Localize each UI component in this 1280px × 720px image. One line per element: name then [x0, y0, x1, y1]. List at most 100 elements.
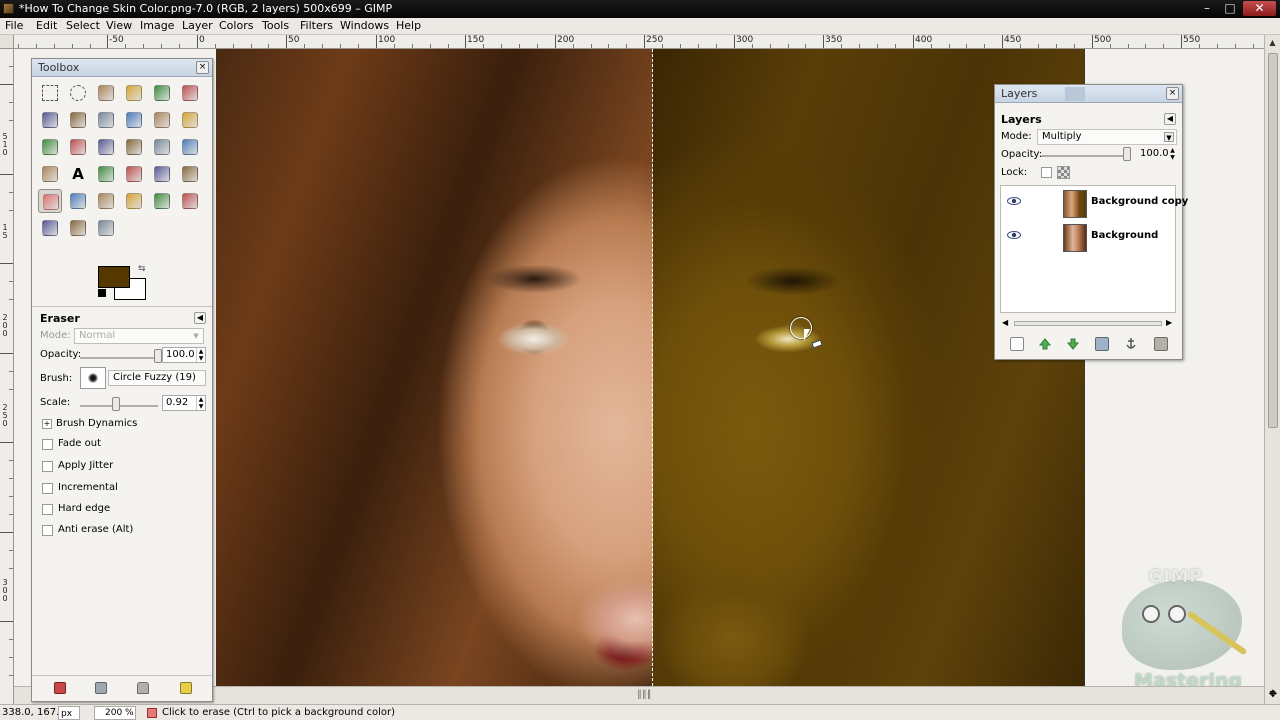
delete-options-icon[interactable]: [137, 682, 149, 694]
duplicate-layer-icon[interactable]: [1095, 337, 1109, 351]
blend-tool[interactable]: [122, 162, 146, 186]
scroll-right-icon[interactable]: ▶: [1166, 317, 1172, 329]
menu-tools[interactable]: Tools: [259, 19, 292, 33]
toolbox-close-icon[interactable]: ×: [196, 61, 209, 74]
menu-windows[interactable]: Windows: [337, 19, 392, 33]
scroll-grip-icon[interactable]: ║║║: [637, 690, 651, 699]
fade-out-checkbox[interactable]: [42, 439, 53, 450]
image-original-skin-region[interactable]: [216, 49, 653, 686]
opacity-slider[interactable]: [80, 357, 158, 359]
menu-colors[interactable]: Colors: [216, 19, 256, 33]
ruler-corner-button[interactable]: [0, 35, 14, 49]
opacity-slider-thumb[interactable]: [154, 349, 162, 363]
scissors-select-tool[interactable]: [178, 81, 202, 105]
bucket-fill-tool[interactable]: [94, 162, 118, 186]
dock-tab-strip[interactable]: [1065, 87, 1085, 101]
incremental-checkbox[interactable]: [42, 483, 53, 494]
flip-tool[interactable]: [38, 162, 62, 186]
layer-list[interactable]: Background copy Background: [1000, 185, 1188, 313]
layer-list-scrollbar[interactable]: ◀ ▶: [1000, 317, 1176, 329]
menu-file[interactable]: File: [2, 19, 26, 33]
menu-layer[interactable]: Layer: [179, 19, 216, 33]
zoom-selector[interactable]: 200 %: [94, 706, 136, 720]
eraser-tool[interactable]: [38, 189, 62, 213]
layers-titlebar[interactable]: Layers ×: [995, 85, 1182, 103]
menu-help[interactable]: Help: [393, 19, 424, 33]
blur-tool[interactable]: [38, 216, 62, 240]
zoom-tool[interactable]: [122, 108, 146, 132]
layer-name[interactable]: Background: [1091, 230, 1158, 241]
apply-jitter-checkbox[interactable]: [42, 461, 53, 472]
color-picker-tool[interactable]: [94, 108, 118, 132]
opacity-spinbox[interactable]: 100.0 ▲ ▼: [162, 347, 206, 363]
text-tool[interactable]: A: [66, 162, 90, 186]
dodge-burn-tool[interactable]: [94, 216, 118, 240]
delete-layer-icon[interactable]: [1154, 337, 1168, 351]
layer-opacity-slider[interactable]: [1041, 155, 1127, 157]
select-by-color-tool[interactable]: [150, 81, 174, 105]
scale-spinbox[interactable]: 0.92 ▲ ▼: [162, 395, 206, 411]
menu-select[interactable]: Select: [63, 19, 103, 33]
scroll-left-icon[interactable]: ◀: [1002, 317, 1008, 329]
vertical-scroll-thumb[interactable]: [1268, 53, 1278, 428]
crop-tool[interactable]: [66, 135, 90, 159]
heal-tool[interactable]: [150, 189, 174, 213]
gimp-app-icon[interactable]: [3, 3, 14, 14]
lower-layer-icon[interactable]: [1066, 337, 1080, 351]
layers-menu-icon[interactable]: ◀: [1164, 113, 1176, 125]
align-tool[interactable]: [38, 135, 62, 159]
unit-selector[interactable]: px: [58, 706, 80, 720]
lock-alpha-icon[interactable]: [1057, 166, 1070, 179]
vertical-ruler[interactable]: 5 1 0 1 5 2 0 0 2 5 0 3 0 0: [0, 49, 14, 704]
scale-slider-thumb[interactable]: [112, 397, 120, 411]
scroll-up-icon[interactable]: ▲: [1267, 37, 1278, 48]
foreground-select-tool[interactable]: [38, 108, 62, 132]
shear-tool[interactable]: [150, 135, 174, 159]
spin-arrows-icon[interactable]: ▲ ▼: [196, 396, 205, 410]
ink-tool[interactable]: [94, 189, 118, 213]
brush-name-field[interactable]: Circle Fuzzy (19): [108, 370, 206, 386]
layer-list-scroll-thumb[interactable]: [1014, 321, 1162, 326]
reset-options-icon[interactable]: [180, 682, 192, 694]
anti-erase-checkbox[interactable]: [42, 525, 53, 536]
menu-image[interactable]: Image: [137, 19, 177, 33]
maximize-button[interactable]: □: [1219, 1, 1241, 16]
airbrush-tool[interactable]: [66, 189, 90, 213]
perspective-clone-tool[interactable]: [178, 189, 202, 213]
measure-tool[interactable]: [150, 108, 174, 132]
lock-pixels-checkbox[interactable]: [1041, 167, 1052, 178]
fuzzy-select-tool[interactable]: [122, 81, 146, 105]
close-button[interactable]: ✕: [1243, 1, 1276, 16]
mode-dropdown[interactable]: Normal ▼: [74, 328, 204, 344]
menu-edit[interactable]: Edit: [33, 19, 60, 33]
navigate-icon[interactable]: ✥: [1266, 686, 1280, 704]
toolbox-titlebar[interactable]: Toolbox ×: [32, 59, 212, 77]
layer-opacity-slider-thumb[interactable]: [1123, 147, 1131, 161]
layer-name[interactable]: Background copy: [1091, 196, 1188, 207]
menu-filters[interactable]: Filters: [297, 19, 336, 33]
swap-colors-icon[interactable]: ⇆: [138, 264, 146, 274]
ellipse-select-tool[interactable]: [66, 81, 90, 105]
perspective-tool[interactable]: [178, 135, 202, 159]
layer-row-background[interactable]: Background: [1001, 220, 1175, 254]
move-tool[interactable]: [178, 108, 202, 132]
layer-mode-dropdown[interactable]: Multiply ▼: [1037, 129, 1177, 145]
tool-options-menu-icon[interactable]: ◀: [194, 312, 206, 324]
save-options-icon[interactable]: [54, 682, 66, 694]
new-layer-icon[interactable]: [1010, 337, 1024, 351]
brush-preview-button[interactable]: [80, 367, 106, 389]
free-select-tool[interactable]: [94, 81, 118, 105]
scale-tool[interactable]: [122, 135, 146, 159]
brush-dynamics-expander[interactable]: Brush Dynamics: [56, 418, 137, 429]
paintbrush-tool[interactable]: [178, 162, 202, 186]
spin-arrows-icon[interactable]: ▲ ▼: [1168, 147, 1177, 161]
anchor-layer-icon[interactable]: [1124, 337, 1138, 351]
layers-close-icon[interactable]: ×: [1166, 87, 1179, 100]
spin-arrows-icon[interactable]: ▲ ▼: [196, 348, 205, 362]
smudge-tool[interactable]: [66, 216, 90, 240]
rect-select-tool[interactable]: [38, 81, 62, 105]
eye-visibility-icon[interactable]: [1007, 196, 1021, 206]
default-colors-icon[interactable]: [98, 289, 106, 297]
clone-tool[interactable]: [122, 189, 146, 213]
horizontal-ruler[interactable]: -50 0 50 100 150 200 250 300 350 400 450…: [14, 35, 1264, 49]
